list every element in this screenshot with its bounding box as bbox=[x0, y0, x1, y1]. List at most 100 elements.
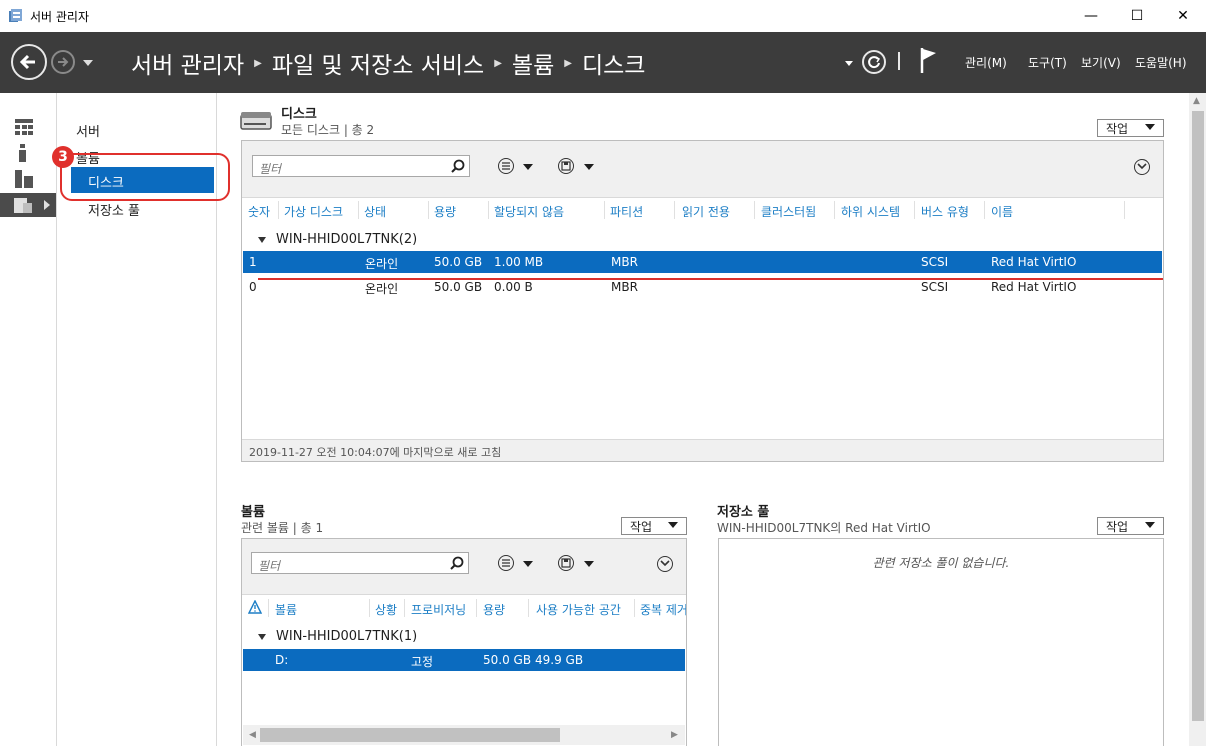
disks-subtitle: 모든 디스크 | 총 2 bbox=[281, 123, 375, 137]
breadcrumb-disks: 디스크 bbox=[581, 53, 646, 79]
col-name[interactable]: 이름 bbox=[991, 203, 1013, 220]
volumes-task-label: 작업 bbox=[630, 519, 653, 534]
disks-group-header[interactable]: WIN-HHID00L7TNK(2) bbox=[258, 232, 417, 247]
col-read-only[interactable]: 읽기 전용 bbox=[682, 203, 730, 220]
col-status[interactable]: 상태 bbox=[364, 203, 386, 220]
rail-local-server[interactable] bbox=[0, 141, 56, 165]
table-row[interactable]: 1 온라인 50.0 GB 1.00 MB MBR SCSI Red Hat V… bbox=[243, 251, 1162, 273]
col-divider bbox=[834, 201, 835, 219]
volumes-group-header[interactable]: WIN-HHID00L7TNK(1) bbox=[258, 629, 417, 644]
rail-file-storage[interactable] bbox=[0, 193, 56, 217]
disks-filter-placeholder: 필터 bbox=[259, 162, 282, 176]
col-subsystem[interactable]: 하위 시스템 bbox=[841, 203, 900, 220]
cell-free-space: 49.9 GB bbox=[535, 653, 584, 667]
menu-tools[interactable]: 도구(T) bbox=[1028, 54, 1067, 71]
query-options-dropdown-icon[interactable] bbox=[523, 164, 533, 170]
cell-number: 0 bbox=[249, 280, 257, 294]
rail-dashboard[interactable] bbox=[0, 115, 56, 139]
query-options-icon[interactable] bbox=[498, 158, 514, 174]
cell-capacity: 50.0 GB bbox=[434, 255, 483, 269]
scroll-up-icon[interactable]: ▲ bbox=[1193, 96, 1200, 106]
scroll-right-icon[interactable]: ▶ bbox=[671, 730, 678, 740]
volumes-horizontal-scrollbar[interactable]: ◀ ▶ bbox=[243, 725, 685, 745]
nav-item-servers[interactable]: 서버 bbox=[76, 121, 100, 140]
callout-step-badge: 3 bbox=[52, 146, 74, 168]
pools-empty-message: 관련 저장소 풀이 없습니다. bbox=[872, 556, 1010, 570]
chevron-down-icon bbox=[1145, 522, 1155, 528]
col-divider bbox=[278, 201, 279, 219]
col-bus-type[interactable]: 버스 유형 bbox=[921, 203, 969, 220]
breadcrumb-separator-icon: ▶ bbox=[494, 57, 502, 69]
col-condition[interactable]: 상황 bbox=[375, 601, 397, 618]
table-row[interactable]: D: 고정 50.0 GB 49.9 GB bbox=[243, 649, 685, 671]
volumes-column-header: 볼륨 상황 프로비저닝 용량 사용 가능한 공간 중복 제거 bbox=[242, 597, 686, 619]
search-icon[interactable] bbox=[451, 159, 465, 173]
window-title: 서버 관리자 bbox=[30, 10, 90, 24]
col-divider bbox=[488, 201, 489, 219]
menu-help[interactable]: 도움말(H) bbox=[1135, 54, 1187, 71]
col-number[interactable]: 숫자 bbox=[248, 203, 270, 220]
server-manager-app-icon bbox=[9, 9, 22, 22]
col-partition[interactable]: 파티션 bbox=[610, 203, 643, 220]
close-button[interactable]: ✕ bbox=[1160, 0, 1206, 32]
chevron-down-icon bbox=[1145, 124, 1155, 130]
disks-column-header: 숫자 가상 디스크 상태 용량 할당되지 않음 파티션 읽기 전용 클러스터됨 … bbox=[242, 199, 1163, 221]
collapse-triangle-icon[interactable] bbox=[258, 236, 266, 243]
volumes-task-button[interactable]: 작업 bbox=[621, 517, 687, 535]
menu-manage[interactable]: 관리(M) bbox=[965, 54, 1007, 71]
breadcrumb-server-manager[interactable]: 서버 관리자 bbox=[131, 46, 244, 80]
query-options-icon[interactable] bbox=[498, 555, 514, 571]
pools-task-button[interactable]: 작업 bbox=[1097, 517, 1164, 535]
expand-filter-icon[interactable] bbox=[1134, 159, 1150, 175]
col-dedup[interactable]: 중복 제거 bbox=[640, 601, 686, 618]
volumes-panel: 필터 볼륨 상황 프로비저닝 용량 사용 가능한 공간 중복 제거 WIN-HH… bbox=[241, 538, 687, 746]
expand-filter-icon[interactable] bbox=[657, 556, 673, 572]
warning-icon[interactable] bbox=[248, 600, 262, 614]
maximize-button[interactable]: ☐ bbox=[1114, 0, 1160, 32]
col-divider bbox=[754, 201, 755, 219]
col-clustered[interactable]: 클러스터됨 bbox=[761, 203, 816, 220]
query-options-dropdown-icon[interactable] bbox=[523, 561, 533, 567]
scrollbar-thumb[interactable] bbox=[1192, 111, 1204, 721]
rail-all-servers[interactable] bbox=[0, 167, 56, 191]
col-virtual-disk[interactable]: 가상 디스크 bbox=[284, 203, 343, 220]
table-row[interactable]: 0 온라인 50.0 GB 0.00 B MBR SCSI Red Hat Vi… bbox=[243, 276, 1162, 298]
minimize-button[interactable]: — bbox=[1068, 0, 1114, 32]
back-button[interactable] bbox=[11, 44, 47, 80]
cell-provisioning: 고정 bbox=[411, 655, 434, 669]
collapse-triangle-icon[interactable] bbox=[258, 633, 266, 640]
history-dropdown-icon[interactable] bbox=[83, 60, 93, 66]
all-servers-icon bbox=[15, 170, 33, 188]
scroll-left-icon[interactable]: ◀ bbox=[249, 730, 256, 740]
breadcrumb-volumes[interactable]: 볼륨 bbox=[512, 46, 554, 80]
main-vertical-scrollbar[interactable]: ▲ bbox=[1189, 93, 1206, 746]
notifications-flag-icon[interactable] bbox=[919, 46, 939, 74]
disks-filter-input[interactable]: 필터 bbox=[252, 155, 470, 177]
col-unallocated[interactable]: 할당되지 않음 bbox=[494, 203, 564, 220]
col-volume[interactable]: 볼륨 bbox=[275, 601, 297, 618]
col-capacity[interactable]: 용량 bbox=[483, 601, 505, 618]
nav-item-storage-pools[interactable]: 저장소 풀 bbox=[88, 200, 140, 219]
forward-button[interactable] bbox=[51, 50, 75, 74]
cell-capacity: 50.0 GB bbox=[483, 653, 532, 667]
scrollbar-thumb[interactable] bbox=[260, 728, 560, 742]
search-icon[interactable] bbox=[450, 556, 464, 570]
cell-capacity: 50.0 GB bbox=[434, 280, 483, 294]
volumes-filter-bar: 필터 bbox=[242, 539, 686, 595]
disks-task-button[interactable]: 작업 bbox=[1097, 119, 1164, 137]
save-query-dropdown-icon[interactable] bbox=[584, 561, 594, 567]
col-divider bbox=[268, 599, 269, 617]
menu-view[interactable]: 보기(V) bbox=[1081, 54, 1121, 71]
breadcrumb-separator-icon: ▶ bbox=[564, 57, 572, 69]
refresh-button[interactable] bbox=[862, 50, 886, 74]
refresh-dropdown-icon[interactable] bbox=[845, 61, 853, 66]
col-capacity[interactable]: 용량 bbox=[434, 203, 456, 220]
save-query-dropdown-icon[interactable] bbox=[584, 164, 594, 170]
volumes-filter-input[interactable]: 필터 bbox=[251, 552, 469, 574]
col-provisioning[interactable]: 프로비저닝 bbox=[411, 601, 466, 618]
save-query-icon[interactable] bbox=[558, 158, 574, 174]
nav-tree: 서버 볼륨 디스크 저장소 풀 3 bbox=[52, 93, 230, 746]
breadcrumb-file-storage[interactable]: 파일 및 저장소 서비스 bbox=[272, 46, 484, 80]
col-free-space[interactable]: 사용 가능한 공간 bbox=[536, 601, 621, 618]
save-query-icon[interactable] bbox=[558, 555, 574, 571]
